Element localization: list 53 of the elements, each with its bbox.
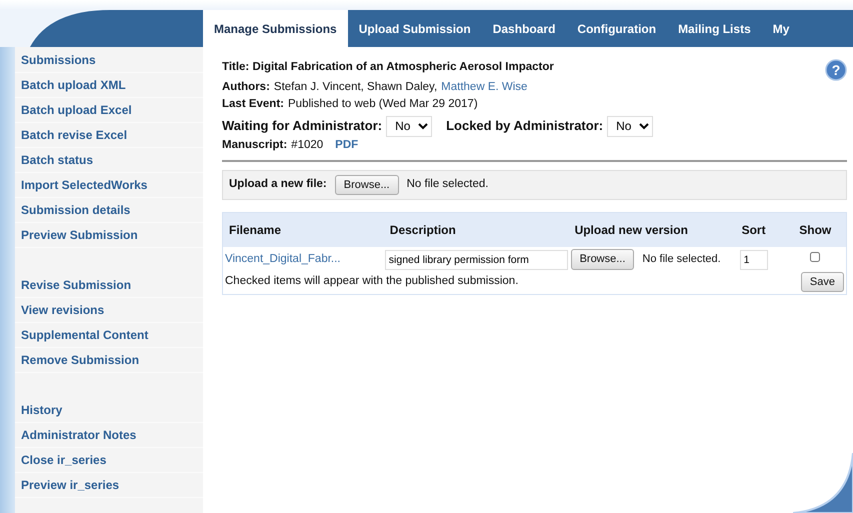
sidebar-link[interactable]: Revise Submission (15, 273, 203, 298)
sidebar-link[interactable]: Batch status (15, 148, 203, 173)
column-header: Description (384, 212, 569, 248)
nav-tab[interactable]: Dashboard (482, 10, 566, 47)
sidebar-link[interactable]: Submission details (15, 198, 203, 223)
pdf-link[interactable]: PDF (335, 136, 358, 154)
sidebar-link[interactable]: Batch upload Excel (15, 98, 203, 123)
sidebar-link[interactable]: History (15, 398, 203, 423)
sidebar-link[interactable]: Batch revise Excel (15, 123, 203, 148)
submission-title: Title: Digital Fabrication of an Atmospheric Aerosol Impactor (222, 60, 554, 75)
sidebar-link[interactable]: Supplemental Content (15, 323, 203, 348)
last-event-text: Published to web (Wed Mar 29 2017) (288, 97, 478, 112)
description-field[interactable]: signed library permission form (384, 250, 568, 270)
help-icon[interactable]: ? (825, 59, 847, 81)
field-label: Authors: (222, 80, 270, 95)
sidebar-link[interactable]: Remove Submission (15, 348, 203, 373)
field-label: Upload a new file: (229, 177, 327, 192)
dropdown[interactable]: No (386, 116, 432, 136)
field-label: Locked by Administrator: (446, 117, 604, 136)
nav-tab[interactable]: Upload Submission (348, 10, 482, 47)
sidebar-link[interactable]: Submissions (15, 48, 203, 73)
file-status: No file selected. (642, 252, 721, 268)
show-checkbox[interactable] (810, 252, 820, 262)
note-text: Checked items will appear with the published submission. (225, 274, 518, 290)
nav-tab[interactable]: Manage Submissions (203, 10, 348, 47)
sidebar-link[interactable]: Preview Submission (15, 223, 203, 248)
sidebar-link[interactable]: Preview ir_series (15, 473, 203, 498)
field-label: Waiting for Administrator: (222, 117, 382, 136)
dropdown[interactable]: No (607, 116, 654, 136)
nav-tab[interactable]: Mailing Lists (667, 10, 762, 47)
authors-text: Stefan J. Vincent, Shawn Daley, (274, 80, 438, 95)
field-label: Manuscript: (222, 138, 288, 152)
nav-tab[interactable]: My (762, 10, 800, 47)
column-header: Sort (722, 212, 784, 248)
corner-swoosh-drawing (793, 453, 853, 513)
sidebar-link[interactable]: Close ir_series (15, 448, 203, 473)
sidebar-link[interactable]: Batch upload XML (15, 73, 203, 98)
sidebar-link[interactable]: View revisions (15, 298, 203, 323)
save-button[interactable]: Save (800, 272, 844, 292)
browse-button[interactable]: Browse... (334, 174, 399, 196)
nav-tab[interactable]: Configuration (566, 10, 668, 47)
sort-field[interactable]: 1 (740, 250, 768, 270)
manuscript-number: #1020 (291, 138, 324, 152)
column-header: Show (784, 212, 846, 248)
sidebar-link[interactable]: Administrator Notes (15, 423, 203, 448)
column-header: Filename (222, 212, 384, 248)
column-header: Upload new version (568, 212, 723, 248)
file-link[interactable]: Vincent_Digital_Fabr... (225, 252, 340, 265)
sidebar-link[interactable]: Import SelectedWorks (15, 173, 203, 198)
browse-button[interactable]: Browse... (570, 249, 634, 270)
author-link[interactable]: Matthew E. Wise (441, 79, 528, 96)
field-label: Last Event: (222, 97, 284, 112)
file-status: No file selected. (406, 177, 488, 192)
